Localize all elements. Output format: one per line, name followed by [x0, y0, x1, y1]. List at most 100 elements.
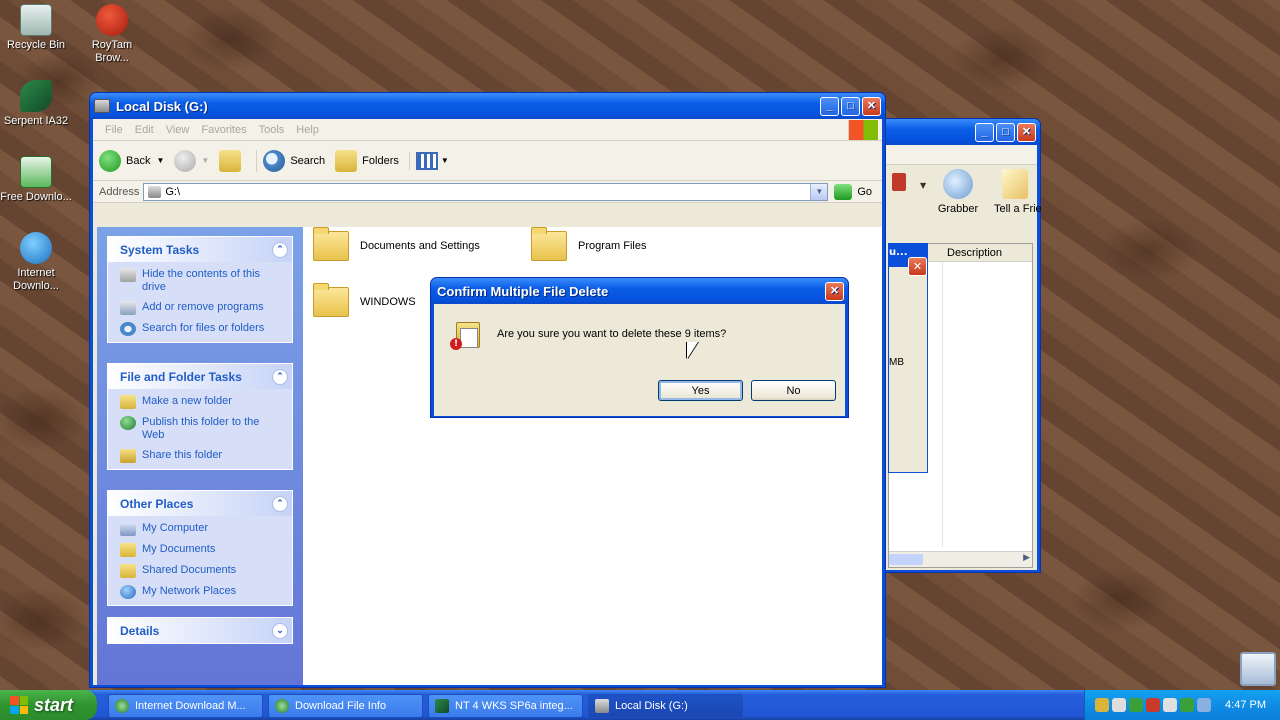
- make-new-folder-link[interactable]: Make a new folder: [120, 395, 284, 409]
- desktop-icon-roytam-browser[interactable]: RoyTam Brow...: [76, 4, 148, 65]
- warning-icon: !: [450, 338, 462, 350]
- menu-help[interactable]: Help: [290, 124, 325, 136]
- background-window-titlebar[interactable]: _ □ ✕: [869, 119, 1040, 145]
- inner-window-title: u...: [889, 247, 908, 258]
- maximize-button[interactable]: □: [841, 96, 860, 116]
- views-dropdown-icon[interactable]: ▼: [441, 156, 449, 165]
- desktop-icon-serpent[interactable]: Serpent IA32: [0, 80, 72, 128]
- close-button[interactable]: ✕: [1017, 122, 1036, 142]
- dialog-titlebar[interactable]: Confirm Multiple File Delete ✕: [431, 278, 848, 304]
- minimize-button[interactable]: _: [820, 96, 839, 116]
- tray-network-icon[interactable]: [1095, 698, 1109, 712]
- details-header[interactable]: Details ⌄: [108, 618, 292, 643]
- share-folder-icon: [120, 449, 136, 463]
- dialog-close-button[interactable]: ✕: [825, 281, 844, 301]
- address-input[interactable]: G:\ ▼: [143, 182, 829, 201]
- go-button[interactable]: Go: [832, 183, 882, 200]
- views-button[interactable]: ▼: [408, 151, 449, 170]
- folders-icon: [335, 149, 358, 172]
- tell-a-friend-button[interactable]: Tell a Frie: [994, 169, 1044, 215]
- other-places-panel: Other Places ⌃ My Computer My Documents …: [107, 490, 293, 606]
- publish-folder-link[interactable]: Publish this folder to the Web: [120, 416, 284, 442]
- details-panel: Details ⌄: [107, 617, 293, 644]
- folder-documents-and-settings[interactable]: Documents and Settings: [313, 227, 480, 261]
- tray-update-icon[interactable]: [1180, 698, 1194, 712]
- hide-contents-link[interactable]: Hide the contents of this drive: [120, 268, 284, 294]
- my-computer-link[interactable]: My Computer: [120, 522, 284, 536]
- address-dropdown-button[interactable]: ▼: [810, 183, 828, 200]
- show-desktop-arrow-icon[interactable]: [1240, 652, 1276, 686]
- desktop-icon-internet-download[interactable]: Internet Downlo...: [0, 232, 72, 293]
- task-internet-download-manager[interactable]: Internet Download M...: [108, 694, 263, 718]
- collapse-icon[interactable]: ⌃: [272, 368, 288, 385]
- tray-safely-remove-icon[interactable]: [1197, 698, 1211, 712]
- tray-volume-icon[interactable]: [1112, 698, 1126, 712]
- my-network-places-link[interactable]: My Network Places: [120, 585, 284, 599]
- no-button[interactable]: No: [751, 380, 836, 401]
- standard-toolbar: Back ▼ ▼ Search Folders ▼: [93, 141, 882, 181]
- tray-security-icon[interactable]: [1146, 698, 1160, 712]
- confirm-delete-dialog[interactable]: Confirm Multiple File Delete ✕ ! Are you…: [430, 277, 849, 418]
- shared-documents-link[interactable]: Shared Documents: [120, 564, 284, 578]
- dropdown-arrow-icon[interactable]: ▼: [920, 181, 926, 190]
- collapse-icon[interactable]: ⌃: [272, 495, 288, 512]
- hide-contents-icon: [120, 268, 136, 282]
- horizontal-scrollbar[interactable]: ▶: [889, 551, 1032, 567]
- file-folder-tasks-panel: File and Folder Tasks ⌃ Make a new folde…: [107, 363, 293, 470]
- my-documents-icon: [120, 543, 136, 557]
- task-local-disk[interactable]: Local Disk (G:): [588, 694, 743, 718]
- start-button[interactable]: start: [0, 690, 97, 720]
- windows-logo-icon: [848, 119, 878, 140]
- desktop-icon-recycle-bin[interactable]: Recycle Bin: [0, 4, 72, 52]
- expand-icon[interactable]: ⌄: [272, 622, 288, 639]
- folder-program-files[interactable]: Program Files: [531, 227, 646, 261]
- forward-dropdown-icon[interactable]: ▼: [201, 156, 209, 165]
- scroll-right-icon[interactable]: ▶: [1023, 553, 1030, 563]
- grabber-button[interactable]: Grabber: [934, 169, 982, 215]
- menu-file[interactable]: File: [99, 124, 129, 136]
- background-window[interactable]: _ □ ✕ ▼ Grabber Tell a Frie Description …: [868, 118, 1044, 573]
- task-nt4-wks[interactable]: NT 4 WKS SP6a integ...: [428, 694, 583, 718]
- desktop-icon-label: Recycle Bin: [6, 39, 66, 51]
- add-remove-programs-link[interactable]: Add or remove programs: [120, 301, 284, 315]
- inner-close-button[interactable]: ✕: [908, 257, 927, 276]
- back-button[interactable]: Back ▼: [99, 149, 164, 172]
- search-button[interactable]: Search: [256, 149, 325, 172]
- back-dropdown-icon[interactable]: ▼: [156, 156, 164, 165]
- file-folder-tasks-header[interactable]: File and Folder Tasks ⌃: [108, 364, 292, 389]
- maximize-button[interactable]: □: [996, 122, 1015, 142]
- search-files-link[interactable]: Search for files or folders: [120, 322, 284, 336]
- views-icon: [415, 151, 438, 170]
- task-download-file-info[interactable]: Download File Info: [268, 694, 423, 718]
- menu-view[interactable]: View: [160, 124, 196, 136]
- close-button[interactable]: ✕: [862, 96, 881, 116]
- idm-icon: [275, 699, 289, 713]
- desktop-icon-label: RoyTam Brow...: [91, 39, 133, 64]
- inner-window[interactable]: u... MB: [888, 243, 928, 473]
- system-tasks-panel: System Tasks ⌃ Hide the contents of this…: [107, 236, 293, 343]
- menu-favorites[interactable]: Favorites: [195, 124, 252, 136]
- other-places-header[interactable]: Other Places ⌃: [108, 491, 292, 516]
- system-tasks-header[interactable]: System Tasks ⌃: [108, 237, 292, 262]
- clock[interactable]: 4:47 PM: [1225, 699, 1266, 711]
- tray-idm-icon[interactable]: [1129, 698, 1143, 712]
- minimize-button[interactable]: _: [975, 122, 994, 142]
- menu-edit[interactable]: Edit: [129, 124, 160, 136]
- explorer-titlebar[interactable]: Local Disk (G:) _ □ ✕: [90, 93, 885, 119]
- share-folder-link[interactable]: Share this folder: [120, 449, 284, 463]
- tray-app-icon[interactable]: [1163, 698, 1177, 712]
- folder-windows[interactable]: WINDOWS: [313, 283, 416, 317]
- browser-icon: [96, 4, 128, 36]
- my-documents-link[interactable]: My Documents: [120, 543, 284, 557]
- folders-button[interactable]: Folders: [335, 149, 399, 172]
- yes-button[interactable]: Yes: [658, 380, 743, 401]
- menu-tools[interactable]: Tools: [253, 124, 291, 136]
- column-header-description[interactable]: Description: [927, 244, 1032, 262]
- serpent-icon: [20, 80, 52, 112]
- desktop-icon-free-download[interactable]: Free Downlo...: [0, 156, 72, 204]
- system-tray: 4:47 PM: [1084, 690, 1280, 720]
- forward-button[interactable]: ▼: [174, 149, 209, 172]
- up-folder-button[interactable]: [219, 149, 246, 172]
- collapse-icon[interactable]: ⌃: [272, 241, 288, 258]
- desktop-icon-label: Internet Downlo...: [13, 267, 59, 292]
